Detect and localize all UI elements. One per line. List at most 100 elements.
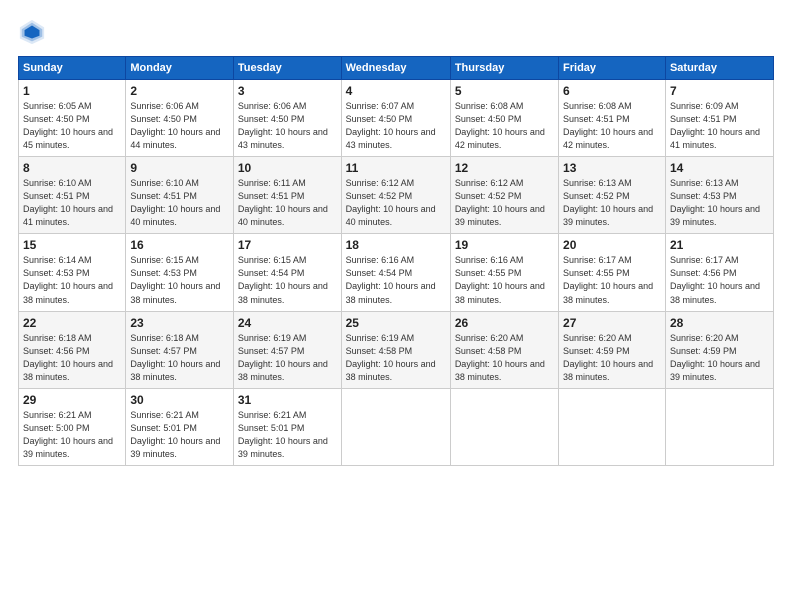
calendar-header-friday: Friday — [559, 57, 666, 80]
day-number: 10 — [238, 161, 337, 175]
day-number: 15 — [23, 238, 121, 252]
day-number: 26 — [455, 316, 554, 330]
calendar-cell: 10Sunrise: 6:11 AMSunset: 4:51 PMDayligh… — [233, 157, 341, 234]
day-number: 21 — [670, 238, 769, 252]
day-info: Sunrise: 6:09 AMSunset: 4:51 PMDaylight:… — [670, 101, 760, 150]
day-info: Sunrise: 6:08 AMSunset: 4:51 PMDaylight:… — [563, 101, 653, 150]
day-number: 5 — [455, 84, 554, 98]
calendar-week-4: 22 Sunrise: 6:18 AMSunset: 4:56 PMDayligh… — [19, 311, 774, 388]
calendar-cell: 2 Sunrise: 6:06 AMSunset: 4:50 PMDaylight… — [126, 80, 234, 157]
calendar-cell: 18 Sunrise: 6:16 AMSunset: 4:54 PMDayligh… — [341, 234, 450, 311]
calendar-cell: 25 Sunrise: 6:19 AMSunset: 4:58 PMDayligh… — [341, 311, 450, 388]
day-info: Sunrise: 6:10 AMSunset: 4:51 PMDaylight:… — [130, 178, 220, 227]
day-info: Sunrise: 6:21 AMSunset: 5:01 PMDaylight:… — [130, 410, 220, 459]
calendar-cell: 7 Sunrise: 6:09 AMSunset: 4:51 PMDaylight… — [665, 80, 773, 157]
day-number: 8 — [23, 161, 121, 175]
calendar-header-monday: Monday — [126, 57, 234, 80]
day-info: Sunrise: 6:06 AMSunset: 4:50 PMDaylight:… — [130, 101, 220, 150]
calendar-header-row: SundayMondayTuesdayWednesdayThursdayFrid… — [19, 57, 774, 80]
day-number: 24 — [238, 316, 337, 330]
day-number: 29 — [23, 393, 121, 407]
day-number: 3 — [238, 84, 337, 98]
calendar-cell: 16 Sunrise: 6:15 AMSunset: 4:53 PMDayligh… — [126, 234, 234, 311]
day-info: Sunrise: 6:08 AMSunset: 4:50 PMDaylight:… — [455, 101, 545, 150]
calendar-header-tuesday: Tuesday — [233, 57, 341, 80]
day-info: Sunrise: 6:18 AMSunset: 4:57 PMDaylight:… — [130, 333, 220, 382]
calendar-week-5: 29Sunrise: 6:21 AMSunset: 5:00 PMDayligh… — [19, 388, 774, 465]
day-info: Sunrise: 6:05 AMSunset: 4:50 PMDaylight:… — [23, 101, 113, 150]
day-number: 13 — [563, 161, 661, 175]
calendar-cell — [559, 388, 666, 465]
day-number: 4 — [346, 84, 446, 98]
calendar-cell: 3Sunrise: 6:06 AMSunset: 4:50 PMDaylight… — [233, 80, 341, 157]
day-number: 16 — [130, 238, 229, 252]
calendar-cell: 28 Sunrise: 6:20 AMSunset: 4:59 PMDayligh… — [665, 311, 773, 388]
logo-icon — [18, 18, 46, 46]
day-info: Sunrise: 6:13 AMSunset: 4:53 PMDaylight:… — [670, 178, 760, 227]
calendar: SundayMondayTuesdayWednesdayThursdayFrid… — [18, 56, 774, 466]
day-info: Sunrise: 6:12 AMSunset: 4:52 PMDaylight:… — [455, 178, 545, 227]
calendar-cell: 13 Sunrise: 6:13 AMSunset: 4:52 PMDayligh… — [559, 157, 666, 234]
day-info: Sunrise: 6:12 AMSunset: 4:52 PMDaylight:… — [346, 178, 436, 227]
calendar-cell: 12 Sunrise: 6:12 AMSunset: 4:52 PMDayligh… — [450, 157, 558, 234]
calendar-cell: 20 Sunrise: 6:17 AMSunset: 4:55 PMDayligh… — [559, 234, 666, 311]
calendar-cell: 17Sunrise: 6:15 AMSunset: 4:54 PMDayligh… — [233, 234, 341, 311]
day-number: 25 — [346, 316, 446, 330]
day-number: 22 — [23, 316, 121, 330]
day-number: 30 — [130, 393, 229, 407]
calendar-week-3: 15 Sunrise: 6:14 AMSunset: 4:53 PMDayligh… — [19, 234, 774, 311]
calendar-cell: 19Sunrise: 6:16 AMSunset: 4:55 PMDayligh… — [450, 234, 558, 311]
calendar-cell: 6Sunrise: 6:08 AMSunset: 4:51 PMDaylight… — [559, 80, 666, 157]
day-number: 9 — [130, 161, 229, 175]
day-info: Sunrise: 6:16 AMSunset: 4:55 PMDaylight:… — [455, 255, 545, 304]
calendar-cell: 15 Sunrise: 6:14 AMSunset: 4:53 PMDayligh… — [19, 234, 126, 311]
calendar-week-1: 1 Sunrise: 6:05 AMSunset: 4:50 PMDaylight… — [19, 80, 774, 157]
calendar-cell: 24 Sunrise: 6:19 AMSunset: 4:57 PMDayligh… — [233, 311, 341, 388]
day-info: Sunrise: 6:16 AMSunset: 4:54 PMDaylight:… — [346, 255, 436, 304]
day-info: Sunrise: 6:18 AMSunset: 4:56 PMDaylight:… — [23, 333, 113, 382]
page: SundayMondayTuesdayWednesdayThursdayFrid… — [0, 0, 792, 612]
calendar-cell: 11 Sunrise: 6:12 AMSunset: 4:52 PMDayligh… — [341, 157, 450, 234]
day-info: Sunrise: 6:15 AMSunset: 4:53 PMDaylight:… — [130, 255, 220, 304]
day-number: 7 — [670, 84, 769, 98]
day-info: Sunrise: 6:17 AMSunset: 4:56 PMDaylight:… — [670, 255, 760, 304]
day-info: Sunrise: 6:19 AMSunset: 4:57 PMDaylight:… — [238, 333, 328, 382]
calendar-cell: 27 Sunrise: 6:20 AMSunset: 4:59 PMDayligh… — [559, 311, 666, 388]
day-info: Sunrise: 6:20 AMSunset: 4:59 PMDaylight:… — [563, 333, 653, 382]
day-number: 27 — [563, 316, 661, 330]
day-info: Sunrise: 6:17 AMSunset: 4:55 PMDaylight:… — [563, 255, 653, 304]
day-number: 28 — [670, 316, 769, 330]
day-info: Sunrise: 6:19 AMSunset: 4:58 PMDaylight:… — [346, 333, 436, 382]
day-info: Sunrise: 6:21 AMSunset: 5:01 PMDaylight:… — [238, 410, 328, 459]
day-info: Sunrise: 6:07 AMSunset: 4:50 PMDaylight:… — [346, 101, 436, 150]
calendar-cell: 23Sunrise: 6:18 AMSunset: 4:57 PMDayligh… — [126, 311, 234, 388]
calendar-cell: 22 Sunrise: 6:18 AMSunset: 4:56 PMDayligh… — [19, 311, 126, 388]
day-number: 14 — [670, 161, 769, 175]
day-info: Sunrise: 6:13 AMSunset: 4:52 PMDaylight:… — [563, 178, 653, 227]
calendar-cell: 31 Sunrise: 6:21 AMSunset: 5:01 PMDayligh… — [233, 388, 341, 465]
calendar-cell — [665, 388, 773, 465]
day-info: Sunrise: 6:20 AMSunset: 4:58 PMDaylight:… — [455, 333, 545, 382]
logo — [18, 18, 50, 46]
calendar-cell: 30 Sunrise: 6:21 AMSunset: 5:01 PMDayligh… — [126, 388, 234, 465]
day-number: 20 — [563, 238, 661, 252]
day-info: Sunrise: 6:14 AMSunset: 4:53 PMDaylight:… — [23, 255, 113, 304]
day-info: Sunrise: 6:10 AMSunset: 4:51 PMDaylight:… — [23, 178, 113, 227]
calendar-cell — [450, 388, 558, 465]
day-number: 12 — [455, 161, 554, 175]
day-number: 2 — [130, 84, 229, 98]
calendar-cell: 1 Sunrise: 6:05 AMSunset: 4:50 PMDaylight… — [19, 80, 126, 157]
day-number: 31 — [238, 393, 337, 407]
calendar-header-wednesday: Wednesday — [341, 57, 450, 80]
calendar-cell — [341, 388, 450, 465]
day-info: Sunrise: 6:20 AMSunset: 4:59 PMDaylight:… — [670, 333, 760, 382]
calendar-week-2: 8 Sunrise: 6:10 AMSunset: 4:51 PMDaylight… — [19, 157, 774, 234]
day-number: 18 — [346, 238, 446, 252]
day-number: 1 — [23, 84, 121, 98]
day-number: 17 — [238, 238, 337, 252]
calendar-header-thursday: Thursday — [450, 57, 558, 80]
day-number: 11 — [346, 161, 446, 175]
calendar-cell: 26 Sunrise: 6:20 AMSunset: 4:58 PMDayligh… — [450, 311, 558, 388]
header — [18, 18, 774, 46]
calendar-cell: 14 Sunrise: 6:13 AMSunset: 4:53 PMDayligh… — [665, 157, 773, 234]
